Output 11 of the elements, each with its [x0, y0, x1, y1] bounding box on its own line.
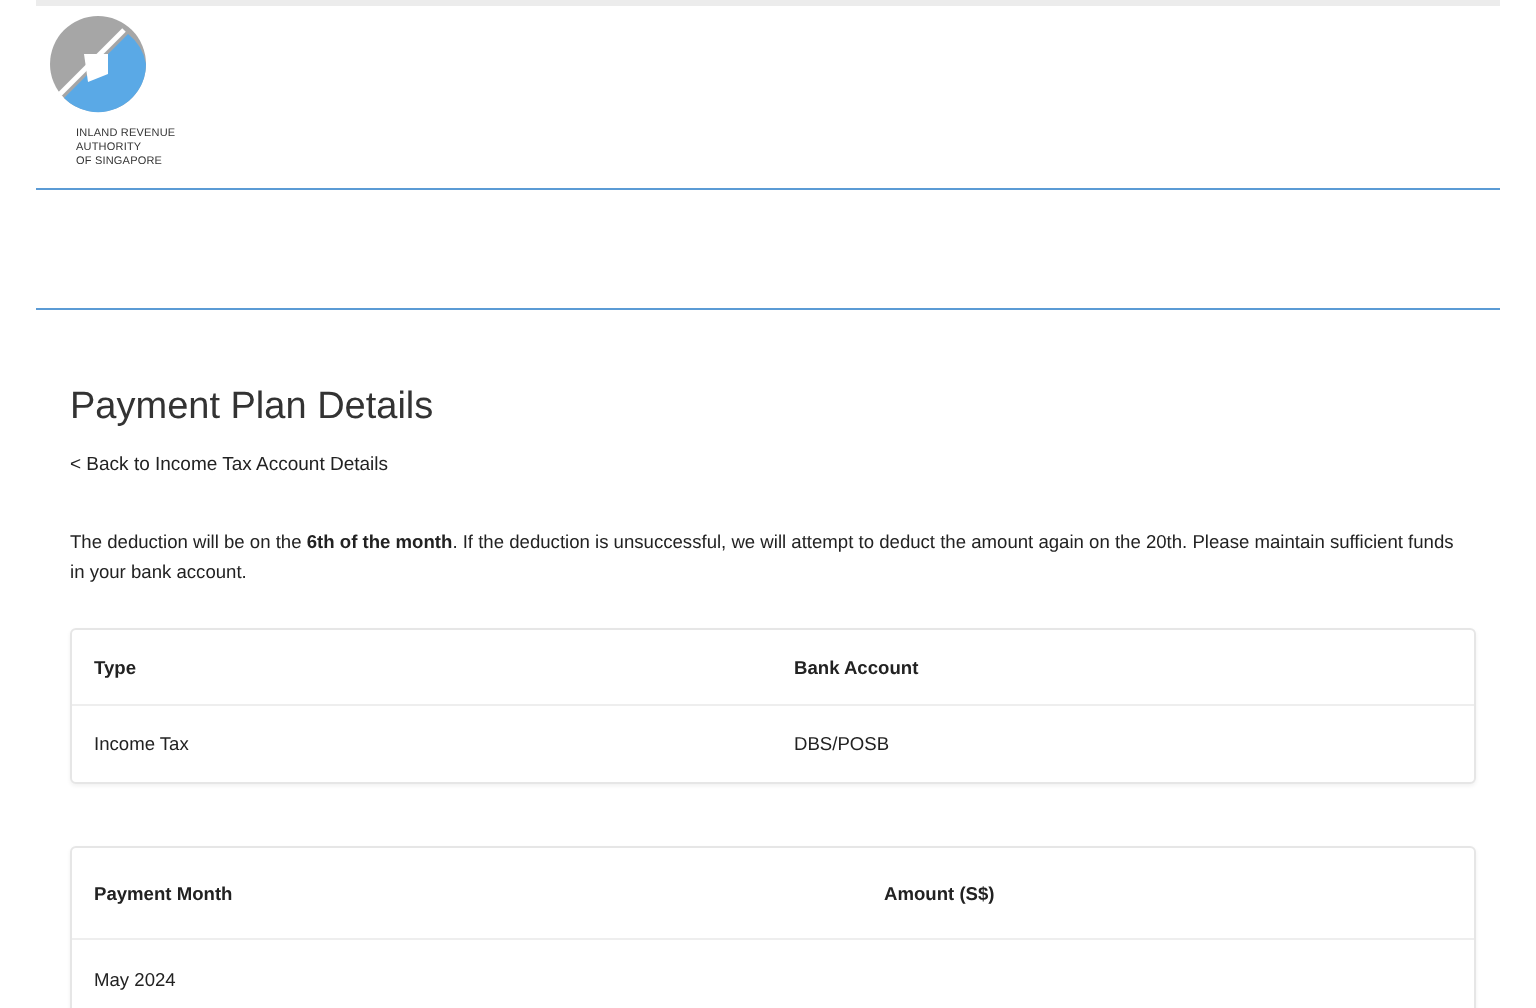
table-cell-text: May 2024	[94, 970, 178, 990]
logo-icon	[48, 14, 148, 114]
column-header: Bank Account	[794, 657, 921, 677]
table-cell-text: DBS/POSB	[794, 734, 892, 754]
page-title: Payment Plan Details	[70, 386, 436, 430]
notice-text: The deduction will be on the 6th of the month. If the deduction is unsuccessful, we will attempt to deduct the amount again on the 20th. Please maintain sufficient funds in your bank account.	[70, 530, 1456, 586]
back-link[interactable]: < Back to Income Tax Account Details	[70, 454, 389, 476]
table-cell-text: Income Tax	[94, 734, 191, 754]
column-header: Amount (S$)	[884, 883, 997, 903]
column-header: Payment Month	[94, 883, 235, 903]
column-header: Type	[94, 657, 139, 677]
